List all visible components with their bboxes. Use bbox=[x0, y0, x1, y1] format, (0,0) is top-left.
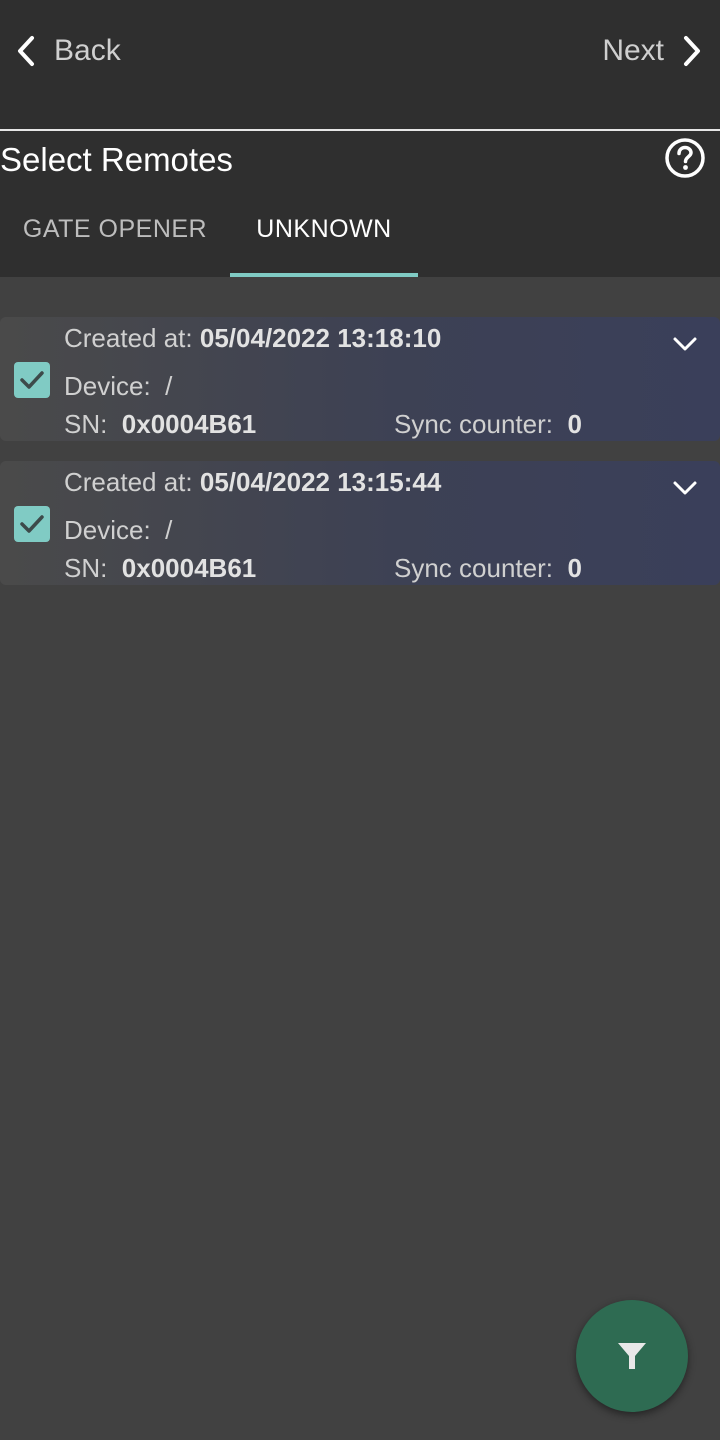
page-title: Select Remotes bbox=[0, 141, 233, 178]
sync-counter-value: 0 bbox=[567, 409, 582, 439]
help-circle-icon[interactable] bbox=[664, 137, 706, 179]
filter-button[interactable] bbox=[576, 1300, 688, 1412]
device-value: / bbox=[165, 515, 173, 545]
device-row: Device: / bbox=[64, 515, 172, 546]
chevron-down-icon[interactable] bbox=[670, 329, 700, 359]
remote-checkbox[interactable] bbox=[14, 362, 50, 398]
created-at-label: Created at: bbox=[64, 467, 193, 497]
checkmark-icon bbox=[20, 515, 44, 533]
tab-label: GATE OPENER bbox=[22, 215, 208, 243]
created-at-label: Created at: bbox=[64, 323, 193, 353]
top-navigation-bar: Back Next bbox=[0, 0, 720, 130]
tab-gate-opener[interactable]: GATE OPENER bbox=[0, 195, 230, 277]
chevron-left-icon bbox=[16, 35, 36, 67]
chevron-down-icon[interactable] bbox=[670, 473, 700, 503]
sync-counter-row: Sync counter: 0 bbox=[394, 553, 582, 584]
sn-label: SN: bbox=[64, 409, 108, 439]
sn-row: SN: 0x0004B61 bbox=[64, 409, 256, 440]
device-label: Device: bbox=[64, 371, 151, 401]
created-at-value: 05/04/2022 13:18:10 bbox=[199, 323, 442, 353]
device-label: Device: bbox=[64, 515, 151, 545]
device-row: Device: / bbox=[64, 371, 172, 402]
created-at-value: 05/04/2022 13:15:44 bbox=[199, 467, 442, 497]
next-label: Next bbox=[602, 34, 664, 67]
sn-row: SN: 0x0004B61 bbox=[64, 553, 256, 584]
remote-card[interactable]: Created at: 05/04/2022 13:15:44 Device: … bbox=[0, 461, 720, 585]
back-label: Back bbox=[54, 34, 121, 67]
tab-unknown[interactable]: UNKNOWN bbox=[230, 195, 418, 277]
sync-counter-row: Sync counter: 0 bbox=[394, 409, 582, 440]
filter-icon bbox=[618, 1343, 646, 1369]
device-value: / bbox=[165, 371, 173, 401]
sync-counter-label: Sync counter: bbox=[394, 409, 553, 439]
tab-label: UNKNOWN bbox=[256, 215, 392, 243]
chevron-right-icon bbox=[682, 35, 702, 67]
created-at-row: Created at: 05/04/2022 13:18:10 bbox=[64, 323, 441, 354]
tab-selected-indicator bbox=[230, 273, 418, 277]
sn-value: 0x0004B61 bbox=[121, 553, 257, 583]
page-header: Select Remotes GATE OPENER UNKNOWN bbox=[0, 131, 720, 277]
sync-counter-value: 0 bbox=[567, 553, 582, 583]
checkmark-icon bbox=[20, 371, 44, 389]
tab-bar: GATE OPENER UNKNOWN bbox=[0, 195, 720, 277]
sn-value: 0x0004B61 bbox=[121, 409, 257, 439]
remote-card[interactable]: Created at: 05/04/2022 13:18:10 Device: … bbox=[0, 317, 720, 441]
remotes-list: Created at: 05/04/2022 13:18:10 Device: … bbox=[0, 317, 720, 605]
back-button[interactable]: Back bbox=[16, 28, 121, 74]
next-button[interactable]: Next bbox=[602, 28, 702, 74]
created-at-row: Created at: 05/04/2022 13:15:44 bbox=[64, 467, 441, 498]
sync-counter-label: Sync counter: bbox=[394, 553, 553, 583]
remote-checkbox[interactable] bbox=[14, 506, 50, 542]
sn-label: SN: bbox=[64, 553, 108, 583]
